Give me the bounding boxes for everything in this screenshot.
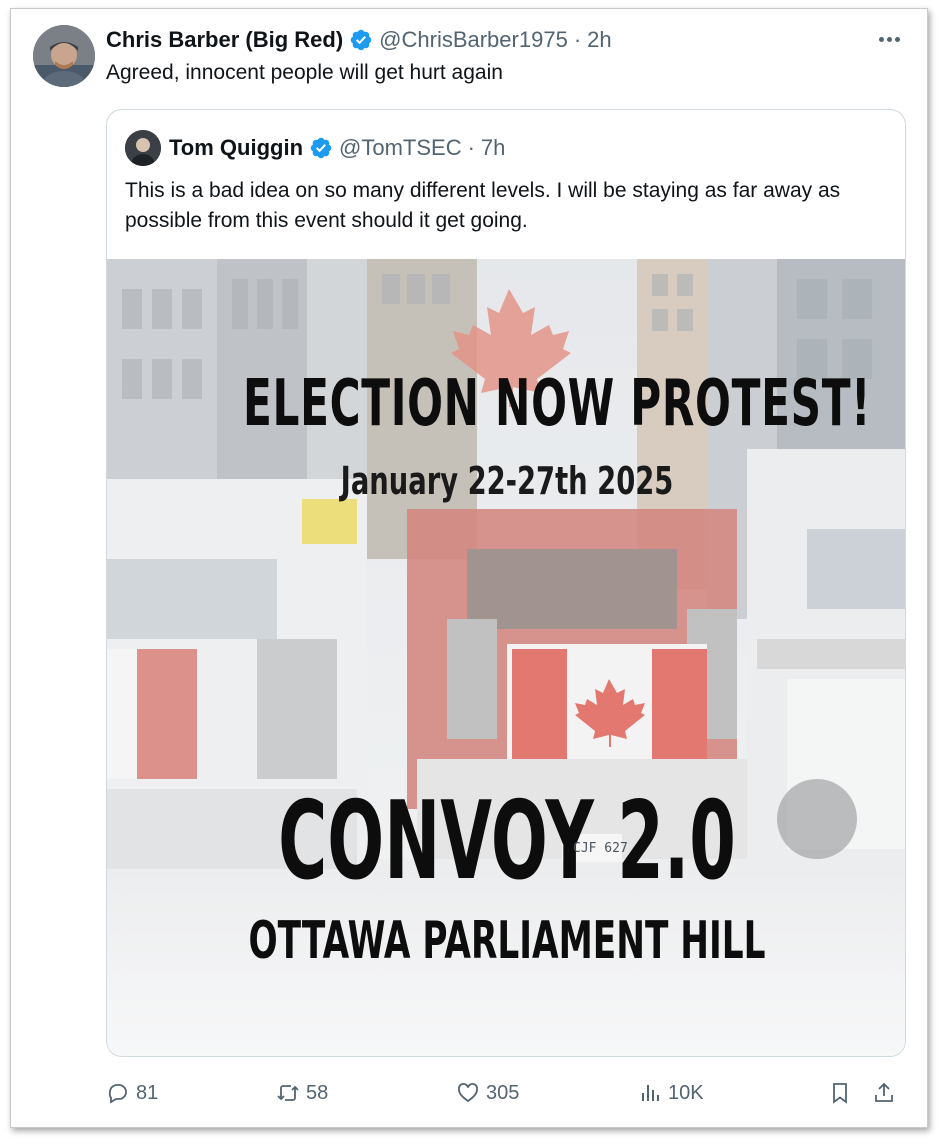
reply-count: 81 (136, 1081, 159, 1104)
user-avatar-photo (33, 25, 95, 87)
license-plate: CJF 627 (573, 841, 628, 856)
media-image[interactable]: ELECTION NOW PROTEST! January 22-27th 20… (107, 259, 905, 1056)
tweet-header: Chris Barber (Big Red) @ChrisBarber1975 … (106, 25, 612, 55)
quoted-tweet-header: Tom Quiggin @TomTSEC · 7h (169, 132, 505, 164)
poster-title: CONVOY 2.0 (278, 779, 736, 904)
views-count: 10K (668, 1081, 704, 1104)
quoted-tweet[interactable]: Tom Quiggin @TomTSEC · 7h This is a bad … (106, 109, 906, 1057)
bookmark-button[interactable] (828, 1081, 872, 1105)
quoted-author-avatar[interactable] (125, 130, 161, 166)
quoted-author-handle[interactable]: @TomTSEC (339, 135, 462, 161)
views-button[interactable]: 10K (638, 1081, 828, 1105)
poster-location: OTTAWA PARLIAMENT HILL (248, 911, 766, 971)
repost-button[interactable]: 58 (276, 1081, 456, 1105)
share-button[interactable] (872, 1081, 902, 1105)
bookmark-icon (833, 1083, 847, 1104)
author-avatar[interactable] (33, 25, 95, 87)
quoted-tweet-text: This is a bad idea on so many different … (125, 179, 841, 232)
repost-count: 58 (306, 1081, 329, 1104)
reply-icon (108, 1084, 127, 1104)
tweet-card[interactable]: Chris Barber (Big Red) @ChrisBarber1975 … (10, 8, 928, 1128)
like-button[interactable]: 305 (456, 1081, 638, 1105)
poster-headline: ELECTION NOW PROTEST! (243, 367, 872, 441)
more-options-icon[interactable] (875, 27, 903, 51)
separator-dot: · (573, 27, 582, 52)
views-icon (642, 1085, 659, 1101)
action-bar: 81 58 305 10K (106, 1075, 916, 1111)
post-time[interactable]: 2h (587, 27, 611, 53)
quoted-author-name[interactable]: Tom Quiggin (169, 135, 303, 161)
poster-dates: January 22-27th 2025 (340, 459, 674, 503)
tweet-text: Agreed, innocent people will get hurt ag… (106, 61, 503, 84)
share-icon (875, 1082, 893, 1102)
repost-icon (277, 1085, 299, 1101)
verified-badge-icon[interactable] (349, 28, 373, 52)
author-name[interactable]: Chris Barber (Big Red) (106, 27, 343, 53)
quoted-post-time[interactable]: 7h (481, 135, 505, 161)
reply-button[interactable]: 81 (106, 1081, 276, 1105)
author-handle[interactable]: @ChrisBarber1975 (379, 27, 568, 53)
user-avatar-photo (125, 130, 161, 166)
like-count: 305 (486, 1081, 520, 1104)
separator-dot: · (467, 135, 475, 160)
verified-badge-icon[interactable] (309, 136, 333, 160)
heart-icon (458, 1083, 478, 1103)
